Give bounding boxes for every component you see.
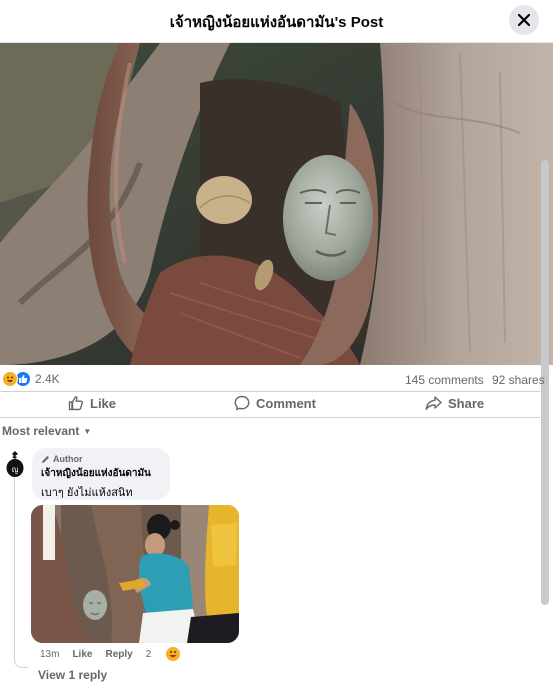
haha-icon [2,371,18,387]
view-replies-link[interactable]: View 1 reply [38,668,107,682]
share-label: Share [448,395,485,411]
comment-reply-button[interactable]: Reply [105,649,132,660]
comment-reactions[interactable]: 2 [146,647,194,661]
sort-label: Most relevant [2,424,80,438]
share-button[interactable]: Share [425,395,484,411]
like-label: Like [90,395,117,411]
author-badge: Author [41,453,161,465]
comment-time[interactable]: 13m [40,649,59,660]
haha-icon [166,647,181,661]
reactions-summary[interactable]: 2.4K [2,371,60,387]
comment-reaction-count: 2 [145,648,152,660]
comment-icon [234,395,250,411]
pencil-icon [42,455,49,463]
avatar[interactable]: ญ [6,451,24,477]
chevron-down-icon: ▼ [83,426,92,436]
post-title: เจ้าหญิงน้อยแห่งอันดามัน's Post [169,14,384,31]
comment-text: เบาๆ ยังไม่แห้งสนิท [41,487,133,499]
close-button[interactable] [509,5,539,35]
comment-photo-image [31,505,239,643]
thread-line [14,478,28,668]
avatar-image: ญ [6,451,24,477]
post-photo[interactable] [0,43,553,365]
comment-meta: 13m Like Reply 2 [40,647,206,661]
close-icon [517,13,531,27]
comments-count[interactable]: 145 comments [405,373,484,387]
author-badge-label: Author [53,454,83,464]
avatar-letter: ญ [12,465,19,474]
comment-photo[interactable] [31,505,239,643]
comment-button[interactable]: Comment [234,395,316,411]
share-icon [425,396,442,410]
reaction-count: 2.4K [35,372,60,386]
comment-like-button[interactable]: Like [72,649,92,660]
divider [0,417,540,418]
comment-author-name[interactable]: เจ้าหญิงน้อยแห่งอันดามัน [41,466,161,481]
comment-bubble: Author เจ้าหญิงน้อยแห่งอันดามัน เบาๆ ยัง… [32,448,170,500]
post-stats: 2.4K 145 comments 92 shares [0,369,553,391]
shares-count[interactable]: 92 shares [492,373,545,387]
like-button[interactable]: Like [68,395,116,411]
post-actions: Like Comment Share [0,392,540,416]
thumbs-up-icon [68,396,83,411]
comment-sort-dropdown[interactable]: Most relevant ▼ [2,424,91,438]
post-header: เจ้าหญิงน้อยแห่งอันดามัน's Post [0,0,553,43]
buddha-head-tree-image [0,43,553,365]
comment-label: Comment [256,395,316,411]
